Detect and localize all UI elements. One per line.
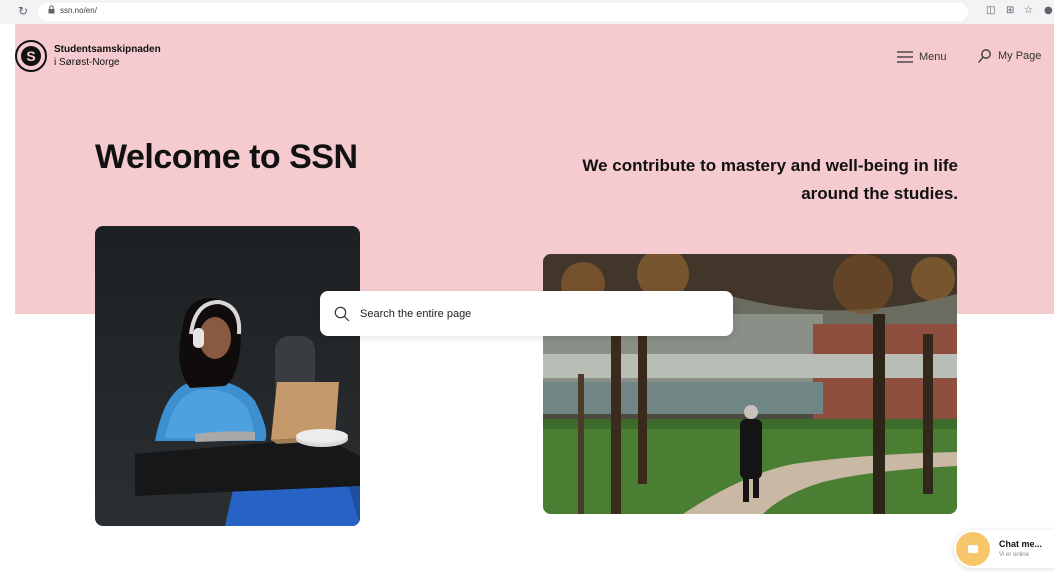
reload-icon[interactable]: ↻ (18, 4, 28, 18)
star-icon[interactable]: ☆ (1024, 5, 1033, 16)
menu-button[interactable]: Menu (897, 48, 947, 66)
chat-title: Chat me... (999, 539, 1043, 549)
lock-icon (48, 5, 55, 14)
chat-status: Vi er online (999, 552, 1029, 558)
url-text: ssn.no/en/ (60, 6, 97, 15)
extension-icon[interactable]: ⊞ (1006, 5, 1014, 16)
user-icon (978, 49, 991, 63)
logo[interactable]: S (15, 40, 47, 72)
search-input[interactable] (360, 307, 700, 320)
menu-label: Menu (919, 51, 947, 63)
profile-icon[interactable]: ● (1044, 5, 1053, 16)
logo-mark: S (21, 46, 41, 66)
hamburger-icon (897, 51, 913, 63)
brand-region[interactable]: i Sørøst-Norge (54, 57, 120, 68)
my-page-button[interactable]: My Page (977, 47, 1041, 65)
search-icon (334, 306, 350, 321)
brand-name[interactable]: Studentsamskipnaden (54, 44, 161, 55)
browser-toolbar: ↻ ssn.no/en/ ◫ ⊞ ☆ ● (0, 0, 1054, 24)
chat-icon[interactable] (956, 532, 990, 566)
page-title: Welcome to SSN (95, 138, 358, 176)
hero-tagline: We contribute to mastery and well-being … (582, 156, 958, 203)
my-page-label: My Page (998, 50, 1042, 62)
translate-icon[interactable]: ◫ (986, 5, 995, 16)
chat-widget[interactable]: Chat me... Vi er online (954, 530, 1054, 568)
site-search[interactable] (320, 291, 733, 336)
address-bar[interactable] (38, 3, 968, 21)
student-laptop-photo (95, 226, 360, 526)
